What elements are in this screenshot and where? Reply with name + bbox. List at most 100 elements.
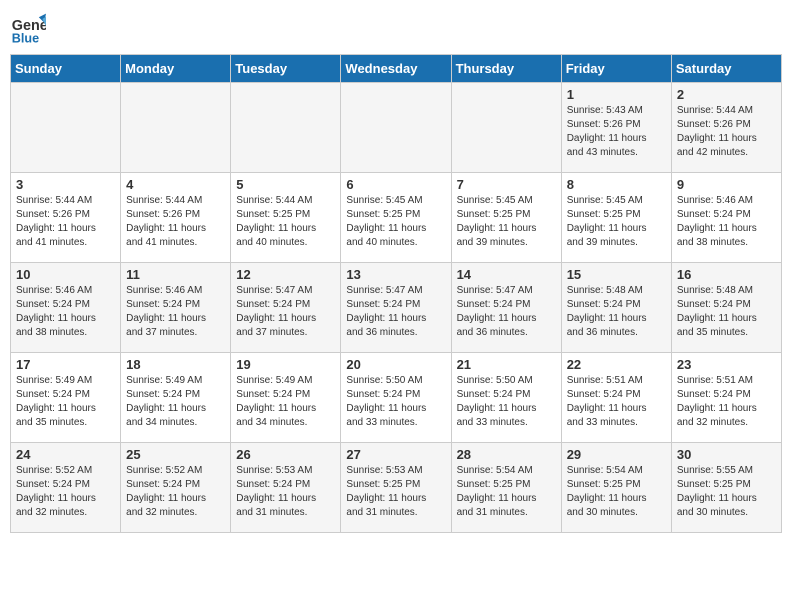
calendar-cell: 17 Sunrise: 5:49 AM Sunset: 5:24 PM Dayli… [11, 353, 121, 443]
day-number: 4 [126, 177, 225, 192]
day-number: 1 [567, 87, 666, 102]
day-number: 22 [567, 357, 666, 372]
col-header-friday: Friday [561, 55, 671, 83]
col-header-thursday: Thursday [451, 55, 561, 83]
day-number: 15 [567, 267, 666, 282]
calendar-cell [341, 83, 451, 173]
calendar-cell [11, 83, 121, 173]
day-info: Sunrise: 5:49 AM Sunset: 5:24 PM Dayligh… [236, 374, 335, 430]
calendar-cell: 15 Sunrise: 5:48 AM Sunset: 5:24 PM Dayli… [561, 263, 671, 353]
day-number: 13 [346, 267, 445, 282]
day-number: 30 [677, 447, 776, 462]
day-number: 25 [126, 447, 225, 462]
calendar-cell: 25 Sunrise: 5:52 AM Sunset: 5:24 PM Dayli… [121, 443, 231, 533]
calendar-cell: 29 Sunrise: 5:54 AM Sunset: 5:25 PM Dayli… [561, 443, 671, 533]
day-number: 23 [677, 357, 776, 372]
col-header-monday: Monday [121, 55, 231, 83]
calendar-cell: 28 Sunrise: 5:54 AM Sunset: 5:25 PM Dayli… [451, 443, 561, 533]
day-info: Sunrise: 5:54 AM Sunset: 5:25 PM Dayligh… [457, 464, 556, 520]
day-number: 6 [346, 177, 445, 192]
day-info: Sunrise: 5:50 AM Sunset: 5:24 PM Dayligh… [457, 374, 556, 430]
day-info: Sunrise: 5:51 AM Sunset: 5:24 PM Dayligh… [567, 374, 666, 430]
calendar-cell: 21 Sunrise: 5:50 AM Sunset: 5:24 PM Dayli… [451, 353, 561, 443]
day-info: Sunrise: 5:52 AM Sunset: 5:24 PM Dayligh… [126, 464, 225, 520]
day-info: Sunrise: 5:49 AM Sunset: 5:24 PM Dayligh… [126, 374, 225, 430]
header: General Blue [10, 10, 782, 46]
day-number: 8 [567, 177, 666, 192]
day-info: Sunrise: 5:48 AM Sunset: 5:24 PM Dayligh… [567, 284, 666, 340]
calendar-cell: 14Sunrise: 5:47 AM Sunset: 5:24 PM Dayli… [451, 263, 561, 353]
calendar-cell: 13 Sunrise: 5:47 AM Sunset: 5:24 PM Dayli… [341, 263, 451, 353]
calendar-cell [121, 83, 231, 173]
calendar-cell [231, 83, 341, 173]
calendar-cell: 9 Sunrise: 5:46 AM Sunset: 5:24 PM Daylig… [671, 173, 781, 263]
day-number: 11 [126, 267, 225, 282]
logo-icon: General Blue [10, 10, 46, 46]
calendar-cell: 23 Sunrise: 5:51 AM Sunset: 5:24 PM Dayli… [671, 353, 781, 443]
day-info: Sunrise: 5:53 AM Sunset: 5:24 PM Dayligh… [236, 464, 335, 520]
day-info: Sunrise: 5:46 AM Sunset: 5:24 PM Dayligh… [126, 284, 225, 340]
day-number: 26 [236, 447, 335, 462]
calendar-cell: 6 Sunrise: 5:45 AM Sunset: 5:25 PM Daylig… [341, 173, 451, 263]
day-info: Sunrise: 5:45 AM Sunset: 5:25 PM Dayligh… [457, 194, 556, 250]
calendar-cell: 24Sunrise: 5:52 AM Sunset: 5:24 PM Dayli… [11, 443, 121, 533]
day-info: Sunrise: 5:46 AM Sunset: 5:24 PM Dayligh… [677, 194, 776, 250]
calendar-cell: 8 Sunrise: 5:45 AM Sunset: 5:25 PM Daylig… [561, 173, 671, 263]
day-info: Sunrise: 5:54 AM Sunset: 5:25 PM Dayligh… [567, 464, 666, 520]
svg-text:Blue: Blue [12, 31, 39, 45]
day-info: Sunrise: 5:44 AM Sunset: 5:26 PM Dayligh… [126, 194, 225, 250]
calendar-cell: 27Sunrise: 5:53 AM Sunset: 5:25 PM Dayli… [341, 443, 451, 533]
day-info: Sunrise: 5:55 AM Sunset: 5:25 PM Dayligh… [677, 464, 776, 520]
calendar-cell: 11 Sunrise: 5:46 AM Sunset: 5:24 PM Dayli… [121, 263, 231, 353]
calendar-cell: 19Sunrise: 5:49 AM Sunset: 5:24 PM Dayli… [231, 353, 341, 443]
day-info: Sunrise: 5:45 AM Sunset: 5:25 PM Dayligh… [567, 194, 666, 250]
col-header-saturday: Saturday [671, 55, 781, 83]
calendar-cell: 10 Sunrise: 5:46 AM Sunset: 5:24 PM Dayli… [11, 263, 121, 353]
day-number: 21 [457, 357, 556, 372]
day-info: Sunrise: 5:50 AM Sunset: 5:24 PM Dayligh… [346, 374, 445, 430]
day-info: Sunrise: 5:45 AM Sunset: 5:25 PM Dayligh… [346, 194, 445, 250]
logo: General Blue [10, 10, 50, 46]
day-number: 17 [16, 357, 115, 372]
day-info: Sunrise: 5:51 AM Sunset: 5:24 PM Dayligh… [677, 374, 776, 430]
day-info: Sunrise: 5:47 AM Sunset: 5:24 PM Dayligh… [346, 284, 445, 340]
calendar-cell: 18 Sunrise: 5:49 AM Sunset: 5:24 PM Dayli… [121, 353, 231, 443]
day-info: Sunrise: 5:44 AM Sunset: 5:26 PM Dayligh… [677, 104, 776, 160]
calendar-cell: 26 Sunrise: 5:53 AM Sunset: 5:24 PM Dayli… [231, 443, 341, 533]
calendar-cell: 3 Sunrise: 5:44 AM Sunset: 5:26 PM Daylig… [11, 173, 121, 263]
col-header-wednesday: Wednesday [341, 55, 451, 83]
day-number: 24 [16, 447, 115, 462]
day-info: Sunrise: 5:43 AM Sunset: 5:26 PM Dayligh… [567, 104, 666, 160]
calendar-cell: 20 Sunrise: 5:50 AM Sunset: 5:24 PM Dayli… [341, 353, 451, 443]
day-info: Sunrise: 5:48 AM Sunset: 5:24 PM Dayligh… [677, 284, 776, 340]
day-info: Sunrise: 5:44 AM Sunset: 5:25 PM Dayligh… [236, 194, 335, 250]
calendar-cell: 2 Sunrise: 5:44 AM Sunset: 5:26 PM Daylig… [671, 83, 781, 173]
day-info: Sunrise: 5:49 AM Sunset: 5:24 PM Dayligh… [16, 374, 115, 430]
calendar-cell: 5 Sunrise: 5:44 AM Sunset: 5:25 PM Daylig… [231, 173, 341, 263]
calendar-cell: 30 Sunrise: 5:55 AM Sunset: 5:25 PM Dayli… [671, 443, 781, 533]
calendar-cell: 16 Sunrise: 5:48 AM Sunset: 5:24 PM Dayli… [671, 263, 781, 353]
day-number: 20 [346, 357, 445, 372]
day-number: 5 [236, 177, 335, 192]
calendar-table: SundayMondayTuesdayWednesdayThursdayFrid… [10, 54, 782, 533]
day-number: 10 [16, 267, 115, 282]
day-number: 29 [567, 447, 666, 462]
calendar-cell: 1 Sunrise: 5:43 AM Sunset: 5:26 PM Daylig… [561, 83, 671, 173]
calendar-cell: 12 Sunrise: 5:47 AM Sunset: 5:24 PM Dayli… [231, 263, 341, 353]
day-info: Sunrise: 5:47 AM Sunset: 5:24 PM Dayligh… [457, 284, 556, 340]
calendar-cell: 4 Sunrise: 5:44 AM Sunset: 5:26 PM Daylig… [121, 173, 231, 263]
day-number: 7 [457, 177, 556, 192]
day-number: 16 [677, 267, 776, 282]
day-number: 9 [677, 177, 776, 192]
day-number: 3 [16, 177, 115, 192]
day-info: Sunrise: 5:46 AM Sunset: 5:24 PM Dayligh… [16, 284, 115, 340]
calendar-cell: 7 Sunrise: 5:45 AM Sunset: 5:25 PM Daylig… [451, 173, 561, 263]
day-number: 18 [126, 357, 225, 372]
day-number: 2 [677, 87, 776, 102]
day-number: 28 [457, 447, 556, 462]
day-number: 12 [236, 267, 335, 282]
calendar-cell: 22 Sunrise: 5:51 AM Sunset: 5:24 PM Dayli… [561, 353, 671, 443]
day-info: Sunrise: 5:47 AM Sunset: 5:24 PM Dayligh… [236, 284, 335, 340]
col-header-sunday: Sunday [11, 55, 121, 83]
day-info: Sunrise: 5:44 AM Sunset: 5:26 PM Dayligh… [16, 194, 115, 250]
